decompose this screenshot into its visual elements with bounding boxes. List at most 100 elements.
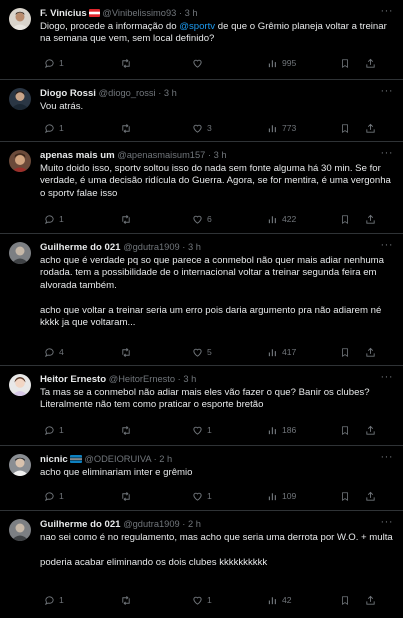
display-name[interactable]: Heitor Ernesto bbox=[40, 374, 106, 385]
views-button[interactable]: 773 bbox=[267, 121, 296, 135]
display-name[interactable]: apenas mais um bbox=[40, 150, 115, 161]
retweet-button[interactable] bbox=[120, 489, 136, 503]
timestamp[interactable]: 3 h bbox=[183, 374, 196, 384]
reply-card[interactable]: F. Vinícius @Vinibelissimo93 · 3 h ··· D… bbox=[0, 0, 403, 80]
timestamp[interactable]: 2 h bbox=[159, 454, 172, 464]
reply-card[interactable]: apenas mais um @apenasmaisum157 · 3 h ··… bbox=[0, 142, 403, 234]
mention-link[interactable]: @sportv bbox=[179, 21, 215, 32]
reply-count: 1 bbox=[59, 425, 64, 435]
bookmark-button[interactable] bbox=[340, 56, 350, 70]
share-button[interactable] bbox=[365, 121, 376, 135]
reply-card[interactable]: nicnic @ODEIORUIVA · 2 h ··· acho que el… bbox=[0, 446, 403, 511]
views-button[interactable]: 995 bbox=[267, 56, 296, 70]
bookmark-icon bbox=[342, 595, 348, 605]
more-dots-icon[interactable]: ··· bbox=[381, 452, 394, 463]
avatar[interactable] bbox=[9, 242, 31, 264]
avatar[interactable] bbox=[9, 88, 31, 110]
share-button[interactable] bbox=[365, 593, 376, 607]
reply-header: Guilherme do 021 @gdutra1909 · 3 h bbox=[40, 242, 201, 253]
action-bar: 4 5 417 bbox=[40, 345, 380, 359]
timestamp[interactable]: 2 h bbox=[188, 519, 201, 529]
like-button[interactable]: 1 bbox=[192, 489, 212, 503]
display-name[interactable]: F. Vinícius bbox=[40, 8, 87, 19]
like-button[interactable]: 1 bbox=[192, 423, 212, 437]
avatar[interactable] bbox=[9, 374, 31, 396]
avatar[interactable] bbox=[9, 519, 31, 541]
handle[interactable]: @diogo_rossi bbox=[99, 88, 156, 98]
handle[interactable]: @Vinibelissimo93 bbox=[102, 8, 176, 18]
reply-button[interactable]: 1 bbox=[44, 489, 64, 503]
like-count: 1 bbox=[207, 595, 212, 605]
handle[interactable]: @ODEIORUIVA bbox=[84, 454, 151, 464]
avatar[interactable] bbox=[9, 150, 31, 172]
reply-header: Heitor Ernesto @HeitorErnesto · 3 h bbox=[40, 374, 197, 385]
handle[interactable]: @gdutra1909 bbox=[123, 519, 179, 529]
timestamp[interactable]: 3 h bbox=[188, 242, 201, 252]
views-button[interactable]: 417 bbox=[267, 345, 296, 359]
retweet-button[interactable] bbox=[120, 121, 136, 135]
views-icon bbox=[268, 426, 276, 434]
bookmark-button[interactable] bbox=[340, 345, 350, 359]
retweet-button[interactable] bbox=[120, 345, 136, 359]
reply-card[interactable]: Heitor Ernesto @HeitorErnesto · 3 h ··· … bbox=[0, 366, 403, 446]
share-button[interactable] bbox=[365, 345, 376, 359]
reply-card[interactable]: Diogo Rossi @diogo_rossi · 3 h ··· Vou a… bbox=[0, 80, 403, 142]
more-dots-icon[interactable]: ··· bbox=[381, 240, 394, 251]
retweet-button[interactable] bbox=[120, 593, 136, 607]
views-button[interactable]: 109 bbox=[267, 489, 296, 503]
views-button[interactable]: 42 bbox=[267, 593, 292, 607]
more-dots-icon[interactable]: ··· bbox=[381, 517, 394, 528]
handle[interactable]: @HeitorErnesto bbox=[109, 374, 175, 384]
more-dots-icon[interactable]: ··· bbox=[381, 372, 394, 383]
reply-button[interactable]: 1 bbox=[44, 212, 64, 226]
views-button[interactable]: 186 bbox=[267, 423, 296, 437]
reply-button[interactable]: 1 bbox=[44, 121, 64, 135]
display-name[interactable]: Guilherme do 021 bbox=[40, 519, 121, 530]
display-name[interactable]: Diogo Rossi bbox=[40, 88, 96, 99]
share-button[interactable] bbox=[365, 212, 376, 226]
like-count: 1 bbox=[207, 425, 212, 435]
like-button[interactable] bbox=[192, 56, 207, 70]
handle[interactable]: @apenasmaisum157 bbox=[117, 150, 205, 160]
like-button[interactable]: 1 bbox=[192, 593, 212, 607]
share-button[interactable] bbox=[365, 423, 376, 437]
retweet-button[interactable] bbox=[120, 56, 136, 70]
handle[interactable]: @gdutra1909 bbox=[123, 242, 179, 252]
timestamp[interactable]: 3 h bbox=[164, 88, 177, 98]
reply-button[interactable]: 1 bbox=[44, 423, 64, 437]
retweet-button[interactable] bbox=[120, 423, 136, 437]
retweet-icon bbox=[122, 491, 130, 501]
like-button[interactable]: 3 bbox=[192, 121, 212, 135]
retweet-button[interactable] bbox=[120, 212, 136, 226]
views-button[interactable]: 422 bbox=[267, 212, 296, 226]
timestamp[interactable]: 3 h bbox=[185, 8, 198, 18]
reply-button[interactable]: 4 bbox=[44, 345, 64, 359]
reply-card[interactable]: Guilherme do 021 @gdutra1909 · 2 h ··· n… bbox=[0, 511, 403, 618]
more-dots-icon[interactable]: ··· bbox=[381, 6, 394, 17]
reply-header: apenas mais um @apenasmaisum157 · 3 h bbox=[40, 150, 227, 161]
share-icon bbox=[366, 347, 375, 357]
avatar[interactable] bbox=[9, 454, 31, 476]
display-name[interactable]: nicnic bbox=[40, 454, 68, 465]
bookmark-button[interactable] bbox=[340, 212, 350, 226]
bookmark-button[interactable] bbox=[340, 489, 350, 503]
share-button[interactable] bbox=[365, 56, 376, 70]
like-button[interactable]: 6 bbox=[192, 212, 212, 226]
like-button[interactable]: 5 bbox=[192, 345, 212, 359]
share-icon bbox=[366, 58, 375, 68]
bookmark-button[interactable] bbox=[340, 593, 350, 607]
timestamp[interactable]: 3 h bbox=[214, 150, 227, 160]
bookmark-button[interactable] bbox=[340, 423, 350, 437]
bookmark-button[interactable] bbox=[340, 121, 350, 135]
views-icon bbox=[268, 348, 276, 356]
display-name[interactable]: Guilherme do 021 bbox=[40, 242, 121, 253]
reply-button[interactable]: 1 bbox=[44, 593, 64, 607]
more-dots-icon[interactable]: ··· bbox=[381, 148, 394, 159]
bookmark-icon bbox=[342, 214, 348, 224]
share-button[interactable] bbox=[365, 489, 376, 503]
reply-button[interactable]: 1 bbox=[44, 56, 64, 70]
avatar[interactable] bbox=[9, 8, 31, 30]
reply-header: Diogo Rossi @diogo_rossi · 3 h bbox=[40, 88, 177, 99]
more-dots-icon[interactable]: ··· bbox=[381, 86, 394, 97]
reply-card[interactable]: Guilherme do 021 @gdutra1909 · 3 h ··· a… bbox=[0, 234, 403, 366]
